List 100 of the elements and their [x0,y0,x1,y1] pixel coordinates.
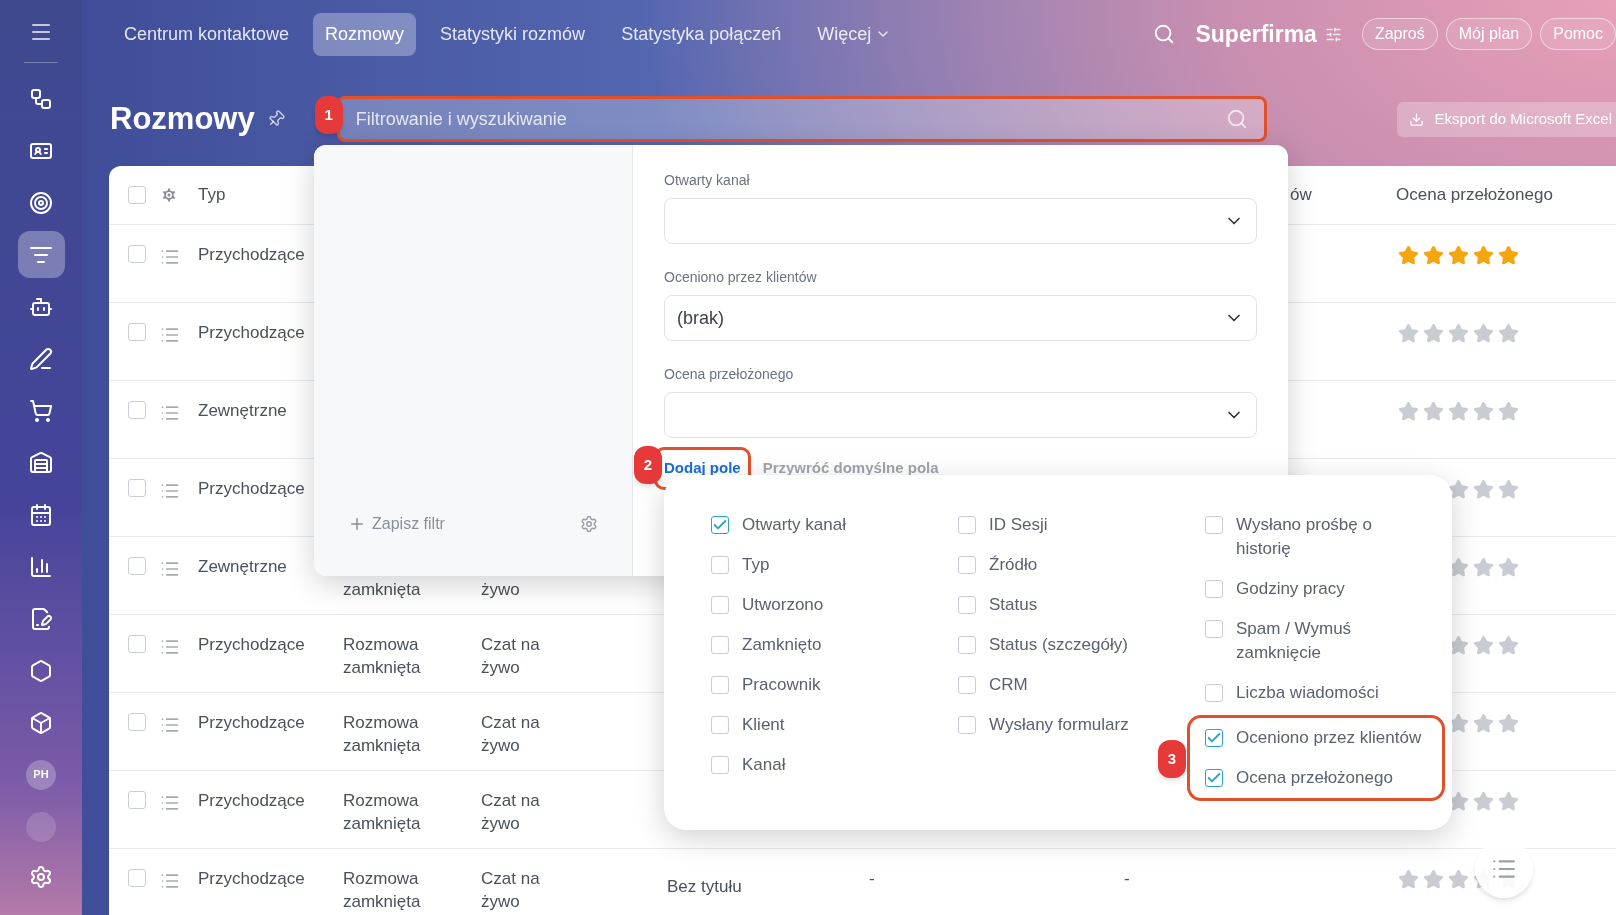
plus-icon [348,515,366,533]
table-cell-text: Czat na żywo [481,634,541,679]
checkbox[interactable] [128,869,146,887]
field-option[interactable]: CRM [989,673,1179,697]
field-option[interactable]: Źródło [989,553,1179,577]
nav-tab[interactable]: Statystyki rozmów [428,12,598,56]
checkbox[interactable] [711,556,729,574]
checkbox[interactable] [128,791,146,809]
field-option[interactable]: Status [989,593,1179,617]
checkbox[interactable] [1205,684,1223,702]
checkbox[interactable] [958,716,976,734]
checkbox[interactable] [711,756,729,774]
drag-handle-icon[interactable] [160,247,180,267]
checkbox[interactable] [1205,729,1223,747]
avatar[interactable] [26,811,56,842]
drag-handle-icon[interactable] [160,637,180,657]
drag-handle-icon[interactable] [160,481,180,501]
checkbox[interactable] [1205,516,1223,534]
nav-tab[interactable]: Więcej [805,12,904,56]
table-cell-text: Rozmowa zamknięta [343,634,422,679]
search-placeholder: Filtrowanie i wyszukiwanie [355,107,567,131]
search-icon[interactable] [1153,23,1176,45]
field-option[interactable]: Ocena przełożonego [1236,766,1426,790]
checkbox[interactable] [128,557,146,575]
target-icon [29,190,53,215]
hexagon-icon [29,658,53,683]
table-cell-text: Przychodzące [198,790,306,812]
checkbox[interactable] [711,716,729,734]
checkbox[interactable] [1205,769,1223,787]
table-cell-text: Przychodzące [198,244,306,266]
checkbox[interactable] [711,636,729,654]
drag-handle-icon[interactable] [160,559,180,579]
calendar-icon [29,502,53,527]
drag-handle-icon[interactable] [160,793,180,813]
checkbox[interactable] [958,516,976,534]
checkbox[interactable] [958,556,976,574]
checkbox[interactable] [128,635,146,653]
nav-tab[interactable]: Statystyka połączeń [609,12,794,56]
column-header[interactable]: Ocena przełożonego [1396,182,1616,208]
drag-handle-icon[interactable] [160,325,180,345]
field-option[interactable]: Pracownik [742,673,932,697]
drag-handle-icon[interactable] [160,715,180,735]
download-icon [1409,111,1425,127]
avatar[interactable]: PH [26,759,56,790]
checkbox[interactable] [958,636,976,654]
field-option[interactable]: Wysłano prośbę o historię [1236,513,1426,561]
nav-tab[interactable]: Centrum kontaktowe [112,12,302,56]
sidebar-item[interactable] [17,231,65,278]
checkbox[interactable] [128,713,146,731]
cube-icon [29,710,53,735]
table-cell-text: Zewnętrzne [198,400,288,422]
field-option[interactable]: Oceniono przez klientów [1236,726,1426,750]
settings-icon[interactable] [580,515,598,533]
field-option[interactable]: Wysłany formularz [989,713,1179,737]
select-value: (brak) [677,306,724,330]
select-field[interactable] [664,392,1257,438]
table-cell-text: Rozmowa zamknięta [343,868,422,913]
field-label: Otwarty kanał [664,171,751,190]
checkbox[interactable] [128,479,146,497]
field-option[interactable]: Status (szczegóły) [989,633,1179,657]
drag-handle-icon[interactable] [160,871,180,891]
checkbox[interactable] [1205,620,1223,638]
table-cell-text: Czat na żywo [481,712,541,757]
field-option[interactable]: Utworzono [742,593,932,617]
field-option[interactable]: Zamknięto [742,633,932,657]
checkbox[interactable] [711,676,729,694]
field-option[interactable]: Klient [742,713,932,737]
field-option[interactable]: Liczba wiadomości [1236,681,1426,705]
field-option[interactable]: Otwarty kanał [742,513,932,537]
table-cell-text: zamknięta [343,579,422,601]
table-cell-text: Rozmowa zamknięta [343,712,422,757]
checkbox[interactable] [958,676,976,694]
field-option[interactable]: Kanał [742,753,932,777]
page-title: Rozmowy [110,100,255,138]
table-cell-text: Przychodzące [198,322,306,344]
checkbox[interactable] [711,516,729,534]
select-field[interactable] [664,198,1257,244]
table-cell-text: - [1124,868,1131,890]
select-field[interactable]: (brak) [664,295,1257,341]
sliders-icon[interactable] [1324,25,1342,43]
checkbox[interactable] [1205,580,1223,598]
column-header[interactable]: ów [1290,182,1396,208]
checkbox[interactable] [128,323,146,341]
checkbox[interactable] [128,186,146,204]
field-option[interactable]: Typ [742,553,932,577]
document-edit-icon [29,606,53,631]
drag-handle-icon[interactable] [160,403,180,423]
field-option[interactable]: Godziny pracy [1236,577,1426,601]
checkbox[interactable] [128,245,146,263]
field-option[interactable]: Spam / Wymuś zamknięcie [1236,617,1426,665]
checkbox[interactable] [128,401,146,419]
settings-icon[interactable] [29,865,53,889]
nav-tab[interactable]: Rozmowy [313,12,417,56]
pen-icon [29,346,53,371]
checkbox[interactable] [711,596,729,614]
table-cell-text: Bez tytułu [667,876,743,898]
field-option[interactable]: ID Sesji [989,513,1179,537]
checkbox[interactable] [958,596,976,614]
table-cell-text: Zewnętrzne [198,556,288,578]
table-cell-text: Przychodzące [198,478,306,500]
